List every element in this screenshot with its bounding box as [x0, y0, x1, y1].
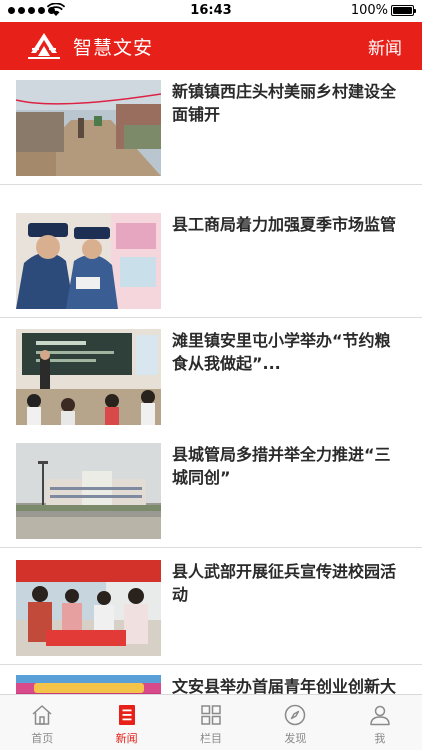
news-item[interactable]: 县城管局多措并举全力推进“三城同创” [0, 433, 422, 548]
home-icon [32, 705, 52, 725]
tab-label: 新闻 [115, 732, 138, 745]
news-thumbnail[interactable] [16, 443, 161, 539]
news-title[interactable]: 新镇镇西庄头村美丽乡村建设全面铺开 [172, 80, 406, 126]
section-title: 新闻 [368, 39, 402, 59]
app-title: 智慧文安 [73, 37, 154, 59]
tab-label: 我 [374, 732, 386, 745]
news-thumbnail[interactable] [16, 80, 161, 176]
tab-discover[interactable]: 发现 [253, 695, 337, 750]
user-icon [370, 705, 390, 726]
status-bar: 16:43 100% [0, 0, 422, 22]
compass-icon [285, 704, 306, 726]
news-list[interactable]: 新镇镇西庄头村美丽乡村建设全面铺开 县工商局着力加强夏季市场监管 滩里镇安里屯小… [0, 70, 422, 694]
tab-bar: 首页 新闻 栏目 发现 我 [0, 694, 422, 750]
news-title[interactable]: 文安县举办首届青年创业创新大 [172, 675, 406, 694]
battery-icon [391, 5, 416, 16]
news-thumbnail[interactable] [16, 213, 161, 309]
grid-icon [201, 705, 221, 725]
tab-label: 发现 [284, 732, 307, 745]
news-title[interactable]: 滩里镇安里屯小学举办“节约粮食从我做起”... [172, 329, 406, 375]
news-thumbnail[interactable] [16, 560, 161, 656]
news-item[interactable]: 县工商局着力加强夏季市场监管 [0, 203, 422, 318]
news-item[interactable]: 文安县举办首届青年创业创新大 [0, 665, 422, 694]
app-header: 智慧文安 新闻 [0, 22, 422, 70]
battery-percentage: 100% [350, 3, 388, 18]
news-thumbnail[interactable] [16, 329, 161, 425]
news-title[interactable]: 县人武部开展征兵宣传进校园活动 [172, 560, 406, 606]
news-title[interactable]: 县工商局着力加强夏季市场监管 [172, 213, 406, 236]
news-icon [118, 705, 135, 725]
market-inspection-photo [16, 213, 161, 309]
classroom-photo [16, 329, 161, 425]
village-street-photo [16, 80, 161, 176]
city-building-photo [16, 443, 161, 539]
news-title[interactable]: 县城管局多措并举全力推进“三城同创” [172, 443, 406, 489]
tab-label: 栏目 [200, 732, 223, 745]
tab-news[interactable]: 新闻 [84, 695, 168, 750]
tab-label: 首页 [31, 732, 54, 745]
news-thumbnail[interactable] [16, 675, 161, 694]
youth-event-photo [16, 675, 161, 694]
tab-home[interactable]: 首页 [0, 695, 84, 750]
tab-columns[interactable]: 栏目 [169, 695, 253, 750]
recruitment-booth-photo [16, 560, 161, 656]
tab-me[interactable]: 我 [338, 695, 422, 750]
news-item[interactable]: 新镇镇西庄头村美丽乡村建设全面铺开 [0, 70, 422, 185]
app-logo-icon [28, 33, 60, 59]
news-item[interactable]: 县人武部开展征兵宣传进校园活动 [0, 550, 422, 665]
news-item[interactable]: 滩里镇安里屯小学举办“节约粮食从我做起”... [0, 319, 422, 434]
